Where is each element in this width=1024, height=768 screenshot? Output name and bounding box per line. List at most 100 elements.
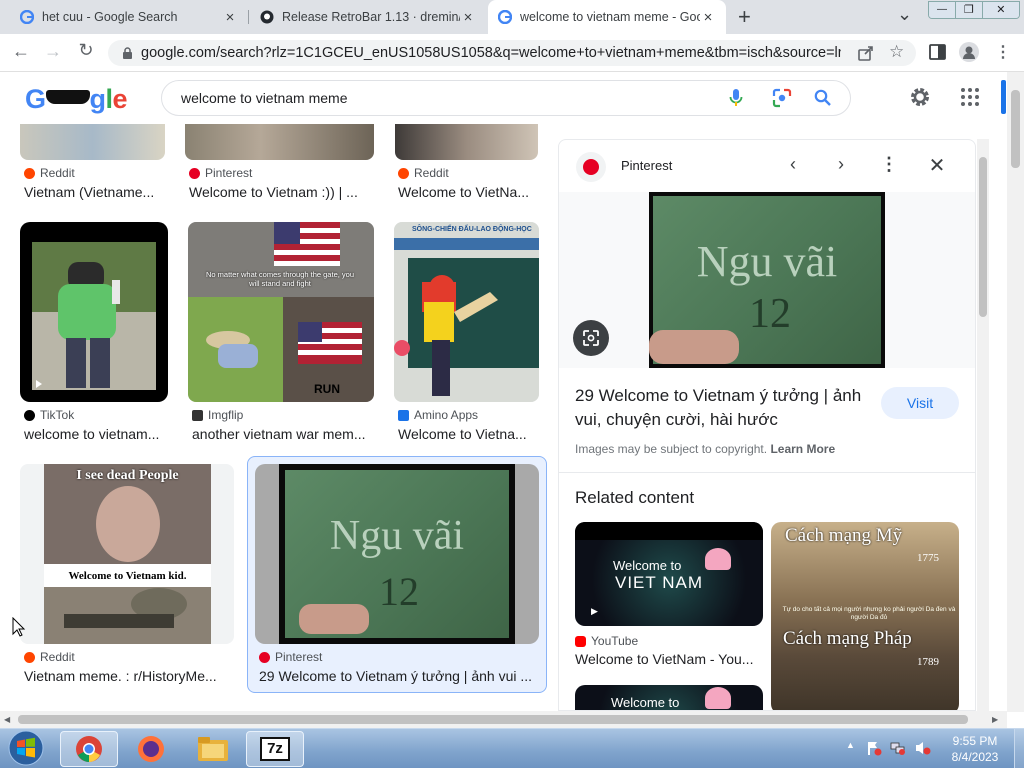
back-button[interactable]: ← (10, 41, 32, 62)
result-title[interactable]: Welcome to VietNa... (398, 184, 538, 200)
tab-google-search[interactable]: het cuu - Google Search × (10, 0, 248, 34)
taskbar-chrome[interactable] (60, 731, 118, 767)
start-button[interactable] (6, 730, 46, 766)
related-thumbnail-youtube[interactable]: Welcome to VIET NAM ▶ (575, 522, 763, 626)
side-panel-icon[interactable] (929, 44, 946, 60)
system-clock[interactable]: 9:55 PM 8/4/2023 (940, 733, 1010, 765)
panel-title[interactable]: 29 Welcome to Vietnam ý tưởng | ảnh vui,… (575, 384, 865, 432)
result-thumbnail-cropped[interactable] (20, 124, 165, 160)
related-thumbnail-partial[interactable]: Welcome to (575, 685, 763, 710)
video-bar (575, 522, 763, 540)
result-title[interactable]: Welcome to Vietna... (398, 426, 538, 442)
result-thumbnail-cropped[interactable] (185, 124, 374, 160)
bookmark-star-icon[interactable]: ☆ (889, 42, 904, 62)
page-scrollbar[interactable] (1007, 72, 1024, 712)
google-lens-icon[interactable] (772, 88, 792, 108)
result-thumbnail-imgflip[interactable]: No matter what comes through the gate, y… (188, 222, 374, 402)
result-thumbnail-tiktok[interactable] (20, 222, 168, 402)
panel-scrollbar-thumb[interactable] (979, 157, 987, 317)
imgflip-icon (192, 409, 203, 421)
previous-image-icon[interactable]: ‹ (781, 154, 805, 175)
address-bar[interactable]: google.com/search?rlz=1C1GCEU_enUS1058US… (108, 40, 916, 66)
visit-button[interactable]: Visit (881, 387, 959, 419)
taskbar-7zip[interactable]: 7z (246, 731, 304, 767)
taskbar-firefox[interactable] (122, 731, 180, 767)
result-source: Amino Apps (398, 408, 478, 422)
microphone-icon[interactable] (728, 88, 744, 108)
next-image-icon[interactable]: › (829, 154, 853, 175)
lotus-shape (705, 548, 731, 570)
result-thumbnail-amino[interactable]: SÔNG-CHIẾN ĐẤU-LAO ĐỘNG-HỌC (394, 222, 539, 402)
apps-grid-icon[interactable] (960, 87, 980, 107)
maximize-button[interactable]: ❐ (954, 2, 982, 18)
google-logo[interactable]: Ggle (25, 84, 128, 115)
search-icon[interactable] (813, 88, 833, 108)
chrome-icon (76, 736, 102, 762)
thumb-text: VIET NAM (615, 573, 703, 592)
lens-search-button[interactable] (573, 320, 609, 356)
horizontal-scrollbar-thumb[interactable] (18, 715, 968, 724)
amino-icon (398, 409, 409, 421)
minimize-button[interactable]: — (929, 2, 955, 18)
forward-button[interactable]: → (42, 41, 64, 62)
reddit-icon (398, 167, 409, 179)
new-tab-button[interactable]: + (738, 4, 751, 30)
tab-title: Release RetroBar 1.13 · dremin/Re (282, 10, 460, 24)
book-title-text: Ngu vãi (696, 237, 838, 286)
settings-gear-icon[interactable] (908, 85, 932, 109)
result-title[interactable]: Vietnam (Vietname... (24, 184, 164, 200)
tab-search-button[interactable]: ⌄ (897, 4, 912, 25)
taskbar-file-explorer[interactable] (184, 731, 242, 767)
pinterest-logo (576, 152, 606, 182)
tab-github-release[interactable]: Release RetroBar 1.13 · dremin/Re × (250, 0, 486, 34)
learn-more-link[interactable]: Learn More (770, 442, 835, 456)
share-icon[interactable] (857, 44, 875, 62)
panel-source-name[interactable]: Pinterest (621, 158, 672, 173)
browser-menu-icon[interactable]: ⋮ (995, 42, 1011, 62)
related-content-heading: Related content (575, 488, 695, 507)
horizontal-scrollbar[interactable]: ◀ ▶ (0, 711, 1007, 728)
scroll-right-icon[interactable]: ▶ (992, 715, 998, 724)
person-icon (963, 46, 975, 59)
preview-image[interactable]: Ngu vãi 12 (649, 192, 885, 368)
result-title[interactable]: welcome to vietnam... (24, 426, 168, 442)
source-name: Amino Apps (414, 408, 479, 422)
result-thumbnail-reddit[interactable]: I see dead People Welcome to Vietnam kid… (20, 464, 234, 644)
show-desktop-button[interactable] (1014, 729, 1024, 768)
result-thumbnail-cropped[interactable] (395, 124, 538, 160)
search-input[interactable]: welcome to vietnam meme (161, 80, 851, 116)
hand-shape (649, 330, 739, 364)
profile-edge-indicator (1001, 80, 1006, 114)
result-thumbnail-pinterest[interactable]: Ngu vãi 12 (255, 464, 539, 644)
result-title[interactable]: Welcome to Vietnam :)) | ... (189, 184, 374, 200)
related-title[interactable]: Welcome to VietNam - You... (575, 651, 763, 667)
tab-close-icon[interactable]: × (700, 9, 716, 26)
panel-scrollbar[interactable] (977, 139, 989, 711)
meme-image: I see dead People Welcome to Vietnam kid… (44, 464, 211, 644)
close-window-button[interactable]: ✕ (981, 2, 1019, 18)
result-title[interactable]: Vietnam meme. : r/HistoryMe... (24, 668, 230, 684)
page-scrollbar-thumb[interactable] (1011, 90, 1020, 168)
tray-expand-icon[interactable]: ▲ (846, 740, 855, 750)
source-name: Reddit (40, 650, 75, 664)
network-icon[interactable] (890, 740, 906, 756)
tab-welcome-vietnam[interactable]: welcome to vietnam meme - Goo × (488, 0, 726, 34)
reddit-icon (24, 167, 35, 179)
result-title[interactable]: another vietnam war mem... (192, 426, 374, 442)
google-favicon-icon (498, 10, 512, 24)
volume-muted-icon[interactable] (914, 740, 932, 756)
tab-close-icon[interactable]: × (222, 9, 238, 26)
reload-button[interactable]: ↻ (75, 40, 97, 61)
pinterest-icon (189, 167, 200, 179)
close-panel-icon[interactable]: ✕ (925, 153, 949, 178)
action-center-flag-icon[interactable] (866, 740, 882, 756)
tab-close-icon[interactable]: × (460, 9, 476, 26)
scroll-left-icon[interactable]: ◀ (4, 715, 10, 724)
sunglasses-doodle (45, 89, 90, 104)
more-options-icon[interactable]: ⋮ (877, 154, 901, 175)
pinterest-icon (259, 651, 270, 663)
related-thumbnail-painting[interactable]: Cách mạng Mỹ 1775 Tự do cho tất cả mọi n… (771, 522, 959, 710)
source-name: Pinterest (205, 166, 253, 180)
result-title[interactable]: 29 Welcome to Vietnam ý tưởng | ảnh vui … (259, 668, 539, 684)
profile-avatar[interactable] (959, 42, 979, 62)
